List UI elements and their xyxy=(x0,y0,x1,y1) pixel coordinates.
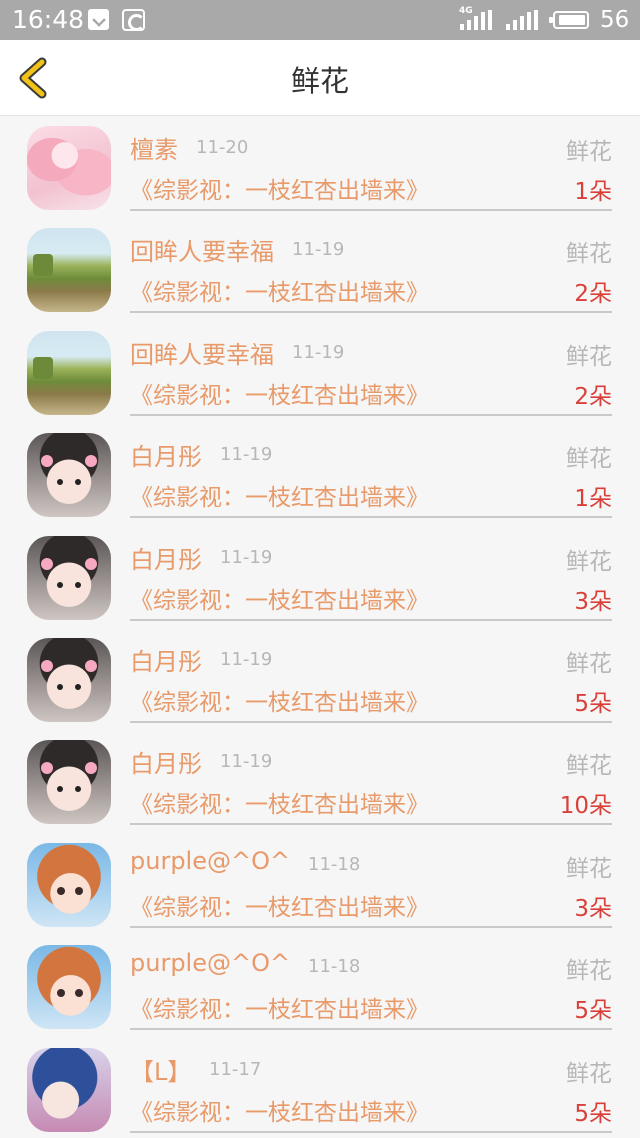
app-notification-icon xyxy=(122,9,145,31)
gift-date: 11-19 xyxy=(220,648,273,670)
divider xyxy=(130,209,612,211)
user-name[interactable]: purple@^O^ xyxy=(130,949,290,977)
flower-count: 3朵 xyxy=(574,895,612,922)
list-item[interactable]: 白月彤 11-19 鲜花 《综影视：一枝红杏出墙来》 1朵 xyxy=(0,424,640,526)
gift-type: 鲜花 xyxy=(566,753,612,780)
gift-type: 鲜花 xyxy=(566,446,612,473)
flower-count: 1朵 xyxy=(574,179,612,205)
gift-date: 11-19 xyxy=(292,341,345,363)
flower-count: 5朵 xyxy=(574,1100,612,1127)
list-item[interactable]: 白月彤 11-19 鲜花 《综影视：一枝红杏出墙来》 5朵 xyxy=(0,629,640,731)
book-title[interactable]: 《综影视：一枝红杏出墙来》 xyxy=(130,1093,429,1127)
book-title[interactable]: 《综影视：一枝红杏出墙来》 xyxy=(130,581,429,615)
gift-type: 鲜花 xyxy=(566,1060,612,1087)
divider xyxy=(130,1028,612,1031)
book-title[interactable]: 《综影视：一枝红杏出墙来》 xyxy=(130,376,429,410)
gift-type: 鲜花 xyxy=(566,139,612,165)
list-item[interactable]: purple@^O^ 11-18 鲜花 《综影视：一枝红杏出墙来》 5朵 xyxy=(0,936,640,1038)
gift-date: 11-19 xyxy=(292,239,345,261)
book-title[interactable]: 《综影视：一枝红杏出墙来》 xyxy=(130,683,429,717)
battery-icon xyxy=(549,11,589,29)
user-name[interactable]: 【L】 xyxy=(130,1052,191,1087)
avatar[interactable] xyxy=(27,740,111,825)
avatar[interactable] xyxy=(27,637,111,722)
book-title[interactable]: 《综影视：一枝红杏出墙来》 xyxy=(130,785,429,819)
list-item[interactable]: 回眸人要幸福 11-19 鲜花 《综影视：一枝红杏出墙来》 2朵 xyxy=(0,322,640,424)
flower-count: 5朵 xyxy=(574,690,612,717)
flower-count: 1朵 xyxy=(574,486,612,513)
notification-icon xyxy=(88,9,109,30)
gift-type: 鲜花 xyxy=(566,855,612,882)
divider xyxy=(130,516,612,519)
user-name[interactable]: 回眸人要幸福 xyxy=(130,335,274,370)
signal-icon xyxy=(460,10,494,30)
book-title[interactable]: 《综影视：一枝红杏出墙来》 xyxy=(130,273,429,307)
user-name[interactable]: 檀素 xyxy=(130,130,178,165)
list-item[interactable]: 白月彤 11-19 鲜花 《综影视：一枝红杏出墙来》 3朵 xyxy=(0,527,640,629)
avatar[interactable] xyxy=(27,535,111,620)
user-name[interactable]: 回眸人要幸福 xyxy=(130,232,274,267)
user-name[interactable]: 白月彤 xyxy=(130,540,202,575)
gift-date: 11-18 xyxy=(308,853,361,875)
flower-count: 3朵 xyxy=(574,588,612,615)
user-name[interactable]: 白月彤 xyxy=(130,437,202,472)
book-title[interactable]: 《综影视：一枝红杏出墙来》 xyxy=(130,990,429,1024)
avatar[interactable] xyxy=(27,126,111,210)
user-name[interactable]: purple@^O^ xyxy=(130,847,290,875)
gift-type: 鲜花 xyxy=(566,343,612,370)
divider xyxy=(130,925,612,928)
avatar[interactable] xyxy=(27,330,111,415)
divider xyxy=(130,823,612,826)
user-name[interactable]: 白月彤 xyxy=(130,744,202,779)
gift-date: 11-19 xyxy=(220,751,273,773)
divider xyxy=(130,413,612,416)
gift-type: 鲜花 xyxy=(566,650,612,677)
gift-date: 11-19 xyxy=(220,546,273,568)
divider xyxy=(130,618,612,621)
gift-date: 11-18 xyxy=(308,956,361,978)
list-item[interactable]: 檀素 11-20 鲜花 《综影视：一枝红杏出墙来》 1朵 xyxy=(0,117,640,219)
status-bar: 16:48 4G 56 xyxy=(0,0,640,40)
flower-list: 檀素 11-20 鲜花 《综影视：一枝红杏出墙来》 1朵 回眸人要幸福 11-1… xyxy=(0,117,640,1138)
book-title[interactable]: 《综影视：一枝红杏出墙来》 xyxy=(130,171,429,205)
gift-type: 鲜花 xyxy=(566,241,612,268)
battery-percent: 56 xyxy=(600,7,630,33)
avatar[interactable] xyxy=(27,1047,111,1132)
status-time: 16:48 xyxy=(12,5,85,34)
flower-count: 2朵 xyxy=(574,383,612,410)
list-item[interactable]: 白月彤 11-19 鲜花 《综影视：一枝红杏出墙来》 10朵 xyxy=(0,731,640,833)
book-title[interactable]: 《综影视：一枝红杏出墙来》 xyxy=(130,888,429,922)
flower-count: 10朵 xyxy=(559,793,612,820)
divider xyxy=(130,720,612,723)
page-title: 鲜花 xyxy=(290,64,349,98)
gift-type: 鲜花 xyxy=(566,958,612,985)
divider xyxy=(130,1130,612,1133)
book-title[interactable]: 《综影视：一枝红杏出墙来》 xyxy=(130,478,429,512)
avatar[interactable] xyxy=(27,945,111,1030)
app-header: 鲜花 xyxy=(0,40,640,116)
list-item[interactable]: 【L】 11-17 鲜花 《综影视：一枝红杏出墙来》 5朵 xyxy=(0,1039,640,1138)
gift-date: 11-17 xyxy=(209,1058,262,1080)
list-item[interactable]: purple@^O^ 11-18 鲜花 《综影视：一枝红杏出墙来》 3朵 xyxy=(0,834,640,936)
gift-type: 鲜花 xyxy=(566,548,612,575)
divider xyxy=(130,311,612,314)
user-name[interactable]: 白月彤 xyxy=(130,642,202,677)
gift-date: 11-20 xyxy=(196,137,249,158)
signal-icon-2 xyxy=(506,10,540,30)
flower-count: 2朵 xyxy=(574,281,612,308)
gift-date: 11-19 xyxy=(220,444,273,466)
list-item[interactable]: 回眸人要幸福 11-19 鲜花 《综影视：一枝红杏出墙来》 2朵 xyxy=(0,219,640,321)
avatar[interactable] xyxy=(27,228,111,313)
flower-count: 5朵 xyxy=(574,998,612,1025)
avatar[interactable] xyxy=(27,433,111,518)
avatar[interactable] xyxy=(27,842,111,927)
